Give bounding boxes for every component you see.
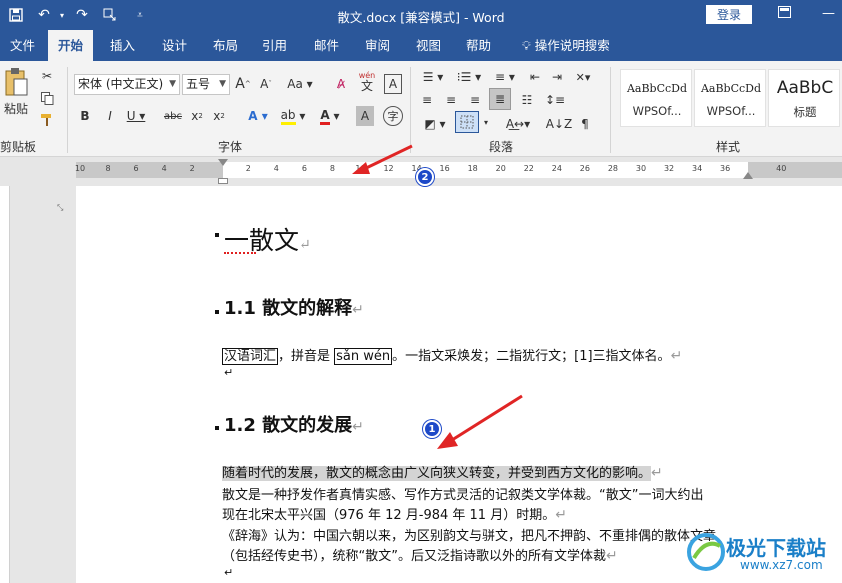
watermark-text: 极光下载站 <box>726 536 826 560</box>
arrow-1-head <box>437 432 458 449</box>
watermark-logo: 极光下载站 www.xz7.com <box>686 530 838 580</box>
step-badge-1: 1 <box>423 420 441 438</box>
arrow-1-line <box>451 394 523 442</box>
arrow-2-line <box>361 144 413 172</box>
watermark-url: www.xz7.com <box>740 558 823 572</box>
step-badge-2: 2 <box>416 168 434 186</box>
arrow-2-head <box>352 162 370 174</box>
watermark-icon <box>687 533 725 571</box>
annotation-arrows <box>352 144 523 449</box>
